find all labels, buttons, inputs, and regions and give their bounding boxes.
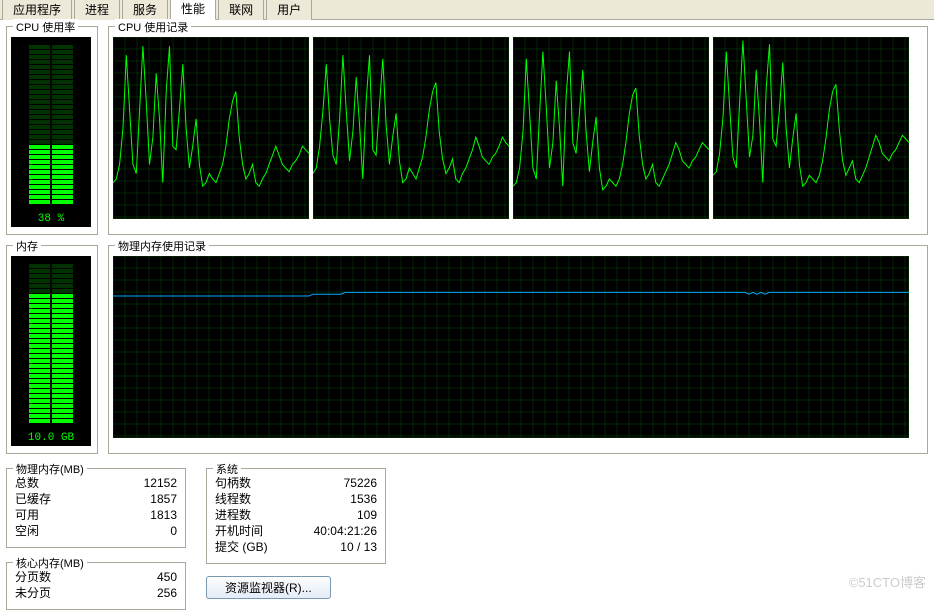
tab-2[interactable]: 服务 — [122, 0, 168, 20]
stat-label: 未分页 — [15, 585, 51, 601]
svg-text:38 %: 38 % — [38, 213, 65, 225]
physical-memory-row: 总数 12152 — [15, 475, 177, 491]
stat-value: 12152 — [144, 475, 177, 491]
watermark: ©51CTO博客 — [849, 572, 926, 591]
cpu-gauge-title: CPU 使用率 — [13, 19, 78, 35]
physical-memory-row: 空闲 0 — [15, 523, 177, 539]
memory-history-group: 物理内存使用记录 — [108, 245, 928, 454]
stat-label: 提交 (GB) — [215, 539, 268, 555]
cpu-gauge-group: CPU 使用率 38 % — [6, 26, 98, 235]
physical-memory-group: 物理内存(MB) 总数12152已缓存1857可用1813空闲0 — [6, 468, 186, 548]
resource-monitor-button[interactable]: 资源监视器(R)... — [206, 576, 331, 599]
cpu-history-core3 — [713, 37, 909, 219]
system-row: 开机时间 40:04:21:26 — [215, 523, 377, 539]
system-row: 提交 (GB) 10 / 13 — [215, 539, 377, 555]
stat-value: 40:04:21:26 — [314, 523, 377, 539]
stat-label: 进程数 — [215, 507, 251, 523]
kernel-memory-row: 分页数 450 — [15, 569, 177, 585]
cpu-history-core2 — [513, 37, 709, 219]
tab-0[interactable]: 应用程序 — [2, 0, 72, 20]
cpu-history-title: CPU 使用记录 — [115, 19, 191, 35]
tab-5[interactable]: 用户 — [266, 0, 312, 20]
system-row: 进程数 109 — [215, 507, 377, 523]
kernel-memory-group: 核心内存(MB) 分页数450未分页256 — [6, 562, 186, 610]
stat-label: 空闲 — [15, 523, 39, 539]
system-group: 系统 句柄数75226线程数1536进程数109开机时间40:04:21:26提… — [206, 468, 386, 564]
stat-label: 分页数 — [15, 569, 51, 585]
stat-label: 线程数 — [215, 491, 251, 507]
stat-label: 已缓存 — [15, 491, 51, 507]
memory-history-title: 物理内存使用记录 — [115, 238, 209, 254]
tab-bar: 应用程序进程服务性能联网用户 — [0, 0, 934, 20]
kernel-memory-title: 核心内存(MB) — [13, 555, 87, 571]
tab-4[interactable]: 联网 — [218, 0, 264, 20]
stat-value: 1813 — [150, 507, 177, 523]
tab-3[interactable]: 性能 — [170, 0, 216, 20]
stat-value: 109 — [357, 507, 377, 523]
svg-text:10.0 GB: 10.0 GB — [28, 432, 75, 444]
stat-value: 75226 — [344, 475, 377, 491]
stat-value: 0 — [170, 523, 177, 539]
system-row: 句柄数 75226 — [215, 475, 377, 491]
performance-panel: CPU 使用率 38 % CPU 使用记录 内存 10.0 GB 物理内存使用记… — [0, 20, 934, 610]
stat-value: 1536 — [350, 491, 377, 507]
cpu-history-group: CPU 使用记录 — [108, 26, 928, 235]
stat-label: 总数 — [15, 475, 39, 491]
system-title: 系统 — [213, 461, 241, 477]
stat-value: 10 / 13 — [340, 539, 377, 555]
physical-memory-title: 物理内存(MB) — [13, 461, 87, 477]
stat-label: 可用 — [15, 507, 39, 523]
kernel-memory-row: 未分页 256 — [15, 585, 177, 601]
tab-1[interactable]: 进程 — [74, 0, 120, 20]
memory-history-chart — [113, 256, 909, 438]
stat-value: 256 — [157, 585, 177, 601]
memory-gauge-group: 内存 10.0 GB — [6, 245, 98, 454]
cpu-gauge: 38 % — [11, 37, 91, 227]
cpu-history-core0 — [113, 37, 309, 219]
cpu-history-core1 — [313, 37, 509, 219]
stat-value: 450 — [157, 569, 177, 585]
memory-gauge: 10.0 GB — [11, 256, 91, 446]
physical-memory-row: 已缓存 1857 — [15, 491, 177, 507]
stat-label: 句柄数 — [215, 475, 251, 491]
memory-gauge-title: 内存 — [13, 238, 41, 254]
physical-memory-row: 可用 1813 — [15, 507, 177, 523]
stat-label: 开机时间 — [215, 523, 263, 539]
stat-value: 1857 — [150, 491, 177, 507]
system-row: 线程数 1536 — [215, 491, 377, 507]
